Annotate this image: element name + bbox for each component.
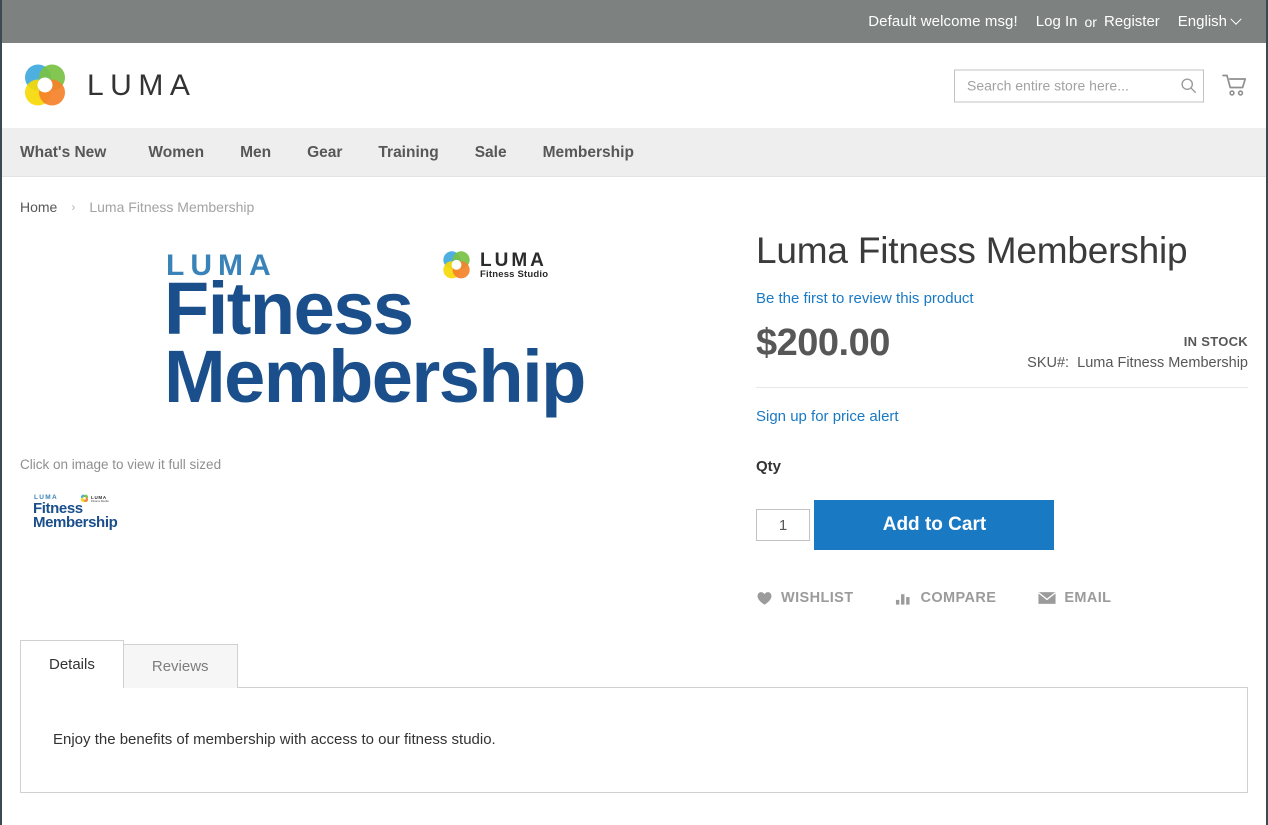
wishlist-label: WISHLIST [781, 589, 854, 606]
product-price: $200.00 [756, 321, 890, 364]
thumbnail-studio-text: LUMA Fitness Studio [91, 495, 109, 503]
search-button[interactable] [1177, 74, 1200, 97]
add-to-cart-button[interactable]: Add to Cart [814, 499, 1055, 550]
shopping-cart-icon [1222, 74, 1247, 96]
product-tabs: Details Reviews Enjoy the benefits of me… [20, 639, 1248, 793]
cart-link[interactable] [1222, 74, 1248, 98]
product-media-column: LUMA Fitness Membership LUMA Fitness Stu… [20, 231, 736, 536]
product-main-image[interactable]: LUMA Fitness Membership LUMA Fitness Stu… [20, 239, 736, 439]
product-image-line-2: Membership [164, 335, 586, 418]
luma-flower-logo-icon [443, 251, 470, 279]
thumbnail-item[interactable]: LUMA Fitness Membership LUMA Fitness Stu… [20, 490, 118, 536]
register-link[interactable]: Register [1104, 13, 1160, 30]
nav-item-sale[interactable]: Sale [457, 128, 525, 177]
product-info-column: Luma Fitness Membership Be the first to … [736, 230, 1248, 606]
product-image-studio-sub: Fitness Studio [480, 269, 549, 281]
log-in-link[interactable]: Log In [1036, 13, 1078, 30]
product-image-studio-logo: LUMA Fitness Studio [440, 249, 548, 282]
quantity-label: Qty [756, 457, 782, 475]
header-actions [954, 69, 1248, 102]
breadcrumb-home[interactable]: Home [20, 199, 57, 215]
tab-reviews[interactable]: Reviews [122, 643, 238, 688]
main-navigation: What's New Women Men Gear Training Sale … [2, 128, 1266, 177]
chevron-down-icon [1230, 13, 1242, 25]
compare-button[interactable]: COMPARE [895, 590, 996, 606]
compare-label: COMPARE [920, 589, 997, 606]
nav-item-men[interactable]: Men [222, 128, 289, 177]
thumbnail-line-2: Membership [33, 514, 118, 531]
stock-block: IN STOCK SKU#: Luma Fitness Membership [1027, 322, 1248, 371]
nav-item-women[interactable]: Women [130, 128, 222, 177]
breadcrumb-separator: › [71, 200, 76, 214]
breadcrumb-current: Luma Fitness Membership [89, 199, 255, 215]
envelope-icon [1038, 591, 1057, 604]
price-alert-link[interactable]: Sign up for price alert [756, 408, 899, 425]
logo-link[interactable]: LUMA [20, 61, 196, 111]
search-box [954, 69, 1204, 102]
nav-item-training[interactable]: Training [360, 128, 456, 177]
thumbnail-gallery: LUMA Fitness Membership LUMA Fitness Stu… [20, 490, 736, 536]
nav-item-gear[interactable]: Gear [289, 128, 360, 177]
or-separator: or [1084, 13, 1097, 30]
image-hint-text: Click on image to view it full sized [20, 457, 222, 472]
luma-flower-logo-icon [80, 494, 89, 503]
page-title: Luma Fitness Membership [756, 230, 1188, 271]
product-image-line-1: Fitness [164, 267, 414, 350]
thumbnail-studio-sub: Fitness Studio [91, 499, 109, 503]
heart-icon [757, 591, 772, 605]
thumbnail-studio-logo: LUMA Fitness Studio [80, 494, 109, 503]
language-switcher-label: English [1177, 13, 1227, 30]
sku-label: SKU#: [1027, 354, 1070, 371]
nav-item-whats-new[interactable]: What's New [20, 128, 124, 177]
product-social-links: WISHLIST COMPARE EMAIL [756, 590, 1248, 606]
status-badge: IN STOCK [1183, 333, 1248, 349]
thumbnail-studio-word: LUMA [91, 494, 107, 500]
sku-value: Luma Fitness Membership [1077, 354, 1248, 371]
price-row: $200.00 IN STOCK SKU#: Luma Fitness Memb… [756, 322, 1248, 388]
compare-bars-icon [896, 593, 911, 605]
tabs-strip: Details Reviews [20, 639, 1248, 688]
welcome-message: Default welcome msg! [868, 13, 1018, 30]
site-header: LUMA [2, 43, 1266, 128]
luma-flower-logo-icon [25, 64, 65, 105]
product-main: LUMA Fitness Membership LUMA Fitness Stu… [2, 230, 1266, 606]
language-switcher[interactable]: English [1177, 13, 1242, 30]
nav-item-membership[interactable]: Membership [525, 128, 652, 177]
quantity-input[interactable] [756, 509, 810, 542]
breadcrumb: Home › Luma Fitness Membership [2, 177, 1266, 231]
tab-details[interactable]: Details [20, 639, 124, 688]
product-description: Enjoy the benefits of membership with ac… [53, 730, 496, 748]
product-sku: SKU#: Luma Fitness Membership [1027, 355, 1248, 371]
add-review-link[interactable]: Be the first to review this product [756, 290, 974, 307]
email-label: EMAIL [1064, 589, 1112, 606]
product-image-studio-text: LUMA Fitness Studio [480, 249, 549, 281]
product-image-studio-word: LUMA [480, 249, 547, 271]
logo-wordmark: LUMA [87, 68, 197, 102]
wishlist-button[interactable]: WISHLIST [756, 590, 853, 606]
search-input[interactable] [954, 69, 1204, 102]
tab-panel-details: Enjoy the benefits of membership with ac… [20, 686, 1248, 793]
top-panel: Default welcome msg! Log In or Register … [2, 0, 1266, 43]
search-icon [1181, 78, 1197, 94]
page-viewport: Default welcome msg! Log In or Register … [0, 0, 1268, 825]
email-button[interactable]: EMAIL [1038, 590, 1111, 606]
